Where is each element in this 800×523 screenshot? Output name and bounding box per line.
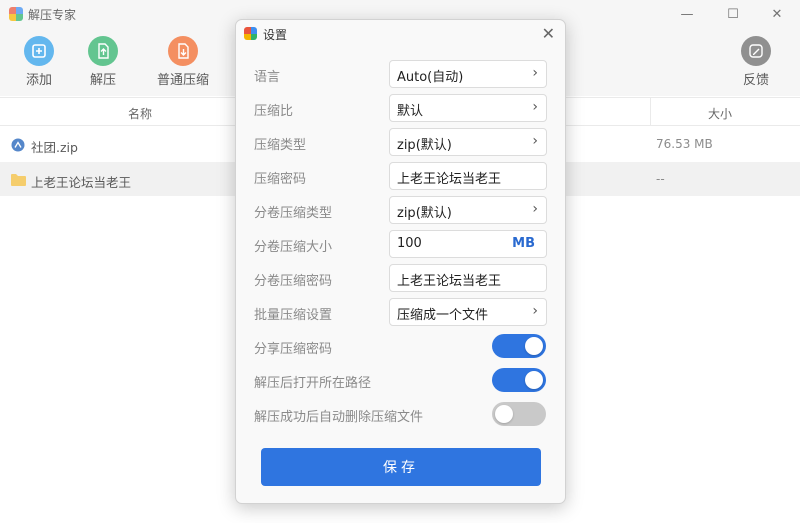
toggle-knob — [525, 371, 543, 389]
compression-ratio-value: 默认 — [397, 104, 424, 119]
setting-label-batch-compress: 批量压缩设置 — [254, 308, 333, 323]
compression-ratio-select[interactable]: 默认 › — [389, 94, 547, 122]
compression-password-value: 上老王论坛当老王 — [397, 172, 502, 187]
language-value: Auto(自动) — [397, 70, 464, 85]
setting-label-compression-password: 压缩密码 — [254, 172, 307, 187]
open-path-toggle[interactable] — [492, 368, 546, 392]
volume-size-value: 100 — [397, 236, 422, 251]
setting-label-volume-size: 分卷压缩大小 — [254, 240, 333, 255]
chevron-right-icon: › — [532, 133, 538, 149]
share-password-toggle[interactable] — [492, 334, 546, 358]
volume-size-input[interactable]: 100 MB — [389, 230, 547, 258]
save-button[interactable]: 保存 — [261, 448, 541, 486]
volume-password-input[interactable]: 上老王论坛当老王 — [389, 264, 547, 292]
settings-dialog: 设置 ✕ 语言 Auto(自动) › 压缩比 默认 › 压缩类型 zip(默认)… — [235, 19, 566, 504]
toggle-knob — [525, 337, 543, 355]
dialog-title-bar: 设置 ✕ — [236, 20, 565, 47]
setting-label-compression-type: 压缩类型 — [254, 138, 307, 153]
dialog-title: 设置 — [263, 28, 288, 42]
setting-label-language: 语言 — [254, 70, 281, 85]
auto-delete-toggle[interactable] — [492, 402, 546, 426]
compression-type-select[interactable]: zip(默认) › — [389, 128, 547, 156]
volume-type-value: zip(默认) — [397, 206, 452, 221]
chevron-right-icon: › — [532, 303, 538, 319]
dialog-close-button[interactable]: ✕ — [542, 24, 555, 43]
language-select[interactable]: Auto(自动) › — [389, 60, 547, 88]
batch-compress-select[interactable]: 压缩成一个文件 › — [389, 298, 547, 326]
toggle-label-share-password: 分享压缩密码 — [254, 342, 333, 357]
volume-password-value: 上老王论坛当老王 — [397, 274, 502, 289]
volume-size-unit: MB — [512, 236, 535, 251]
volume-type-select[interactable]: zip(默认) › — [389, 196, 547, 224]
setting-label-volume-password: 分卷压缩密码 — [254, 274, 333, 289]
chevron-right-icon: › — [532, 99, 538, 115]
toggle-label-auto-delete: 解压成功后自动删除压缩文件 — [254, 410, 424, 425]
setting-label-volume-type: 分卷压缩类型 — [254, 206, 333, 221]
toggle-knob — [495, 405, 513, 423]
compression-password-input[interactable]: 上老王论坛当老王 — [389, 162, 547, 190]
batch-compress-value: 压缩成一个文件 — [397, 308, 489, 323]
setting-label-compression-ratio: 压缩比 — [254, 104, 294, 119]
chevron-right-icon: › — [532, 201, 538, 217]
app-logo-icon — [244, 27, 257, 40]
toggle-label-open-path: 解压后打开所在路径 — [254, 376, 372, 391]
compression-type-value: zip(默认) — [397, 138, 452, 153]
chevron-right-icon: › — [532, 65, 538, 81]
